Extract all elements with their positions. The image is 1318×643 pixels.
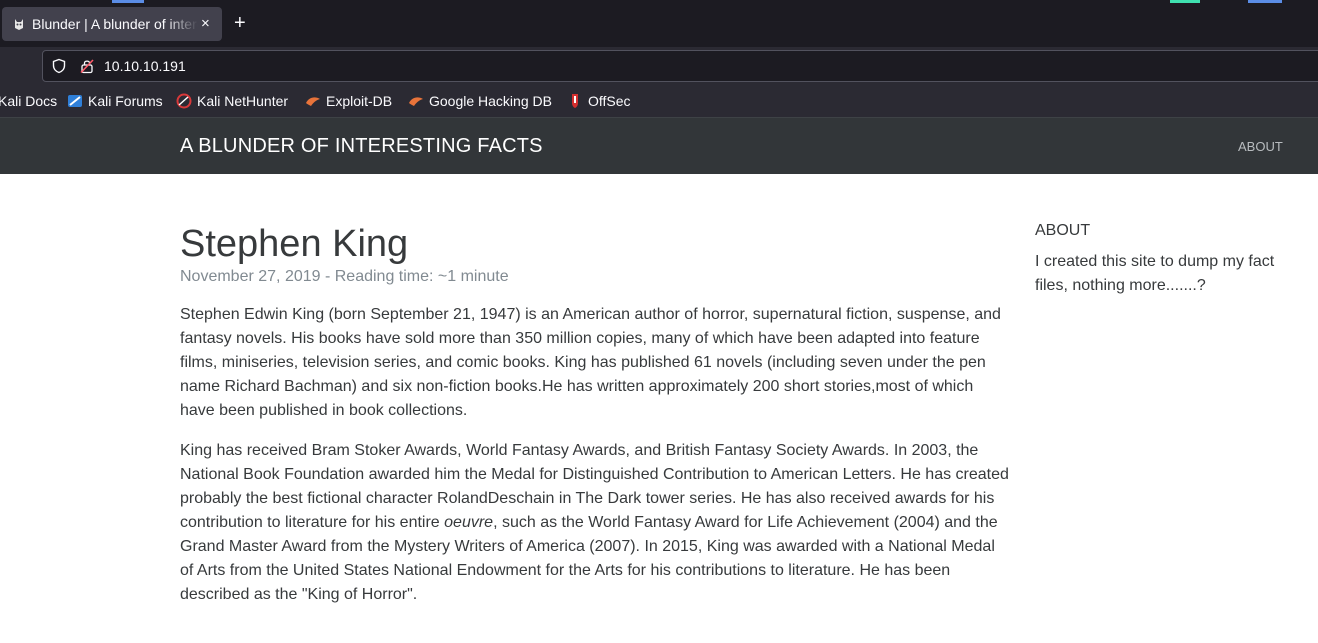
ghdb-icon: [408, 93, 424, 109]
bookmark-label: Kali Docs: [0, 93, 58, 109]
bookmark-label: Kali Forums: [88, 93, 163, 109]
sidebar-about: ABOUT I created this site to dump my fac…: [1035, 221, 1305, 298]
bookmark-label: Google Hacking DB: [429, 93, 552, 109]
bookmark-label: OffSec: [588, 93, 631, 109]
emphasis-text: oeuvre: [444, 514, 494, 531]
new-tab-plus-icon[interactable]: +: [234, 12, 246, 34]
site-header: A BLUNDER OF INTERESTING FACTS ABOUT: [0, 117, 1318, 174]
bookmark-kali-forums[interactable]: Kali Forums: [67, 93, 163, 109]
tab-close-icon[interactable]: ×: [201, 15, 210, 32]
tab-strip-accent: [112, 0, 144, 3]
bookmark-kali-nethunter[interactable]: Kali NetHunter: [176, 93, 288, 109]
tab-strip-accent: [1170, 0, 1200, 3]
post-meta: November 27, 2019 - Reading time: ~1 min…: [180, 268, 509, 285]
site-title[interactable]: A BLUNDER OF INTERESTING FACTS: [180, 135, 543, 158]
bookmark-offsec[interactable]: OffSec: [567, 93, 631, 109]
sidebar-title: ABOUT: [1035, 222, 1091, 239]
kali-forums-icon: [67, 93, 83, 109]
url-bar[interactable]: 10.10.10.191: [42, 50, 1318, 82]
exploit-db-icon: [305, 93, 321, 109]
bookmark-label: Kali NetHunter: [197, 93, 289, 109]
nav-about-link[interactable]: ABOUT: [1238, 139, 1283, 154]
post-title[interactable]: Stephen King: [180, 222, 408, 266]
nethunter-icon: [176, 93, 192, 109]
bookmark-kali-docs[interactable]: Kali Docs: [0, 93, 57, 109]
sidebar-text: I created this site to dump my fact file…: [1035, 253, 1275, 294]
bookmarks-toolbar: Kali Docs Kali Forums Kali NetHunter Exp…: [0, 87, 1318, 117]
bookmark-google-hacking-db[interactable]: Google Hacking DB: [408, 93, 552, 109]
browser-tab-bar: Blunder | A blunder of interesting facts…: [0, 0, 1318, 47]
browser-nav-bar: 10.10.10.191: [0, 47, 1318, 87]
tab-title: Blunder | A blunder of interesting facts: [32, 16, 198, 32]
bookmark-label: Exploit-DB: [326, 93, 393, 109]
shield-icon[interactable]: [51, 58, 67, 74]
browser-tab[interactable]: Blunder | A blunder of interesting facts…: [2, 7, 222, 41]
post-paragraph-2: King has received Bram Stoker Awards, Wo…: [180, 439, 1010, 607]
bookmark-exploit-db[interactable]: Exploit-DB: [305, 93, 392, 109]
offsec-icon: [567, 93, 583, 109]
post-body: Stephen Edwin King (born September 21, 1…: [180, 303, 1010, 623]
site-favicon-icon: [12, 17, 26, 31]
tab-strip-accent: [1248, 0, 1282, 3]
insecure-lock-icon[interactable]: [79, 58, 95, 74]
post-paragraph-1: Stephen Edwin King (born September 21, 1…: [180, 306, 1001, 419]
url-text[interactable]: 10.10.10.191: [104, 58, 186, 74]
